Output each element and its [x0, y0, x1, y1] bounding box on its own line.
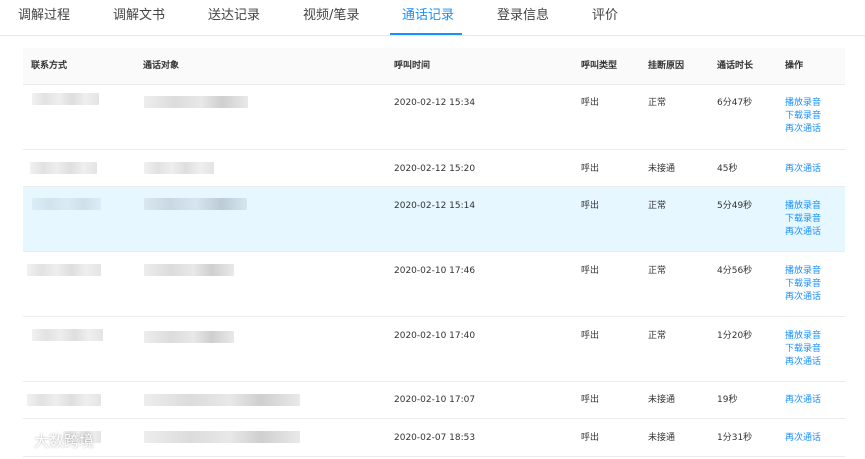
active-tab-indicator: [390, 33, 462, 35]
header-hangup-reason: 挂断原因: [648, 61, 685, 71]
tab-call-records[interactable]: 通话记录: [402, 0, 454, 36]
call-type: 呼出: [581, 331, 600, 341]
call-again-link[interactable]: 再次通话: [785, 432, 821, 445]
call-duration: 1分31秒: [717, 433, 753, 443]
table-row: 2020-02-10 17:40 呼出 正常 1分20秒 播放录音 下载录音 再…: [23, 317, 845, 382]
contact-redacted: [30, 162, 97, 174]
hangup-reason: 未接通: [648, 433, 676, 443]
call-records-table: 联系方式 通话对象 呼叫时间 呼叫类型 挂断原因 通话时长 操作 2020-02…: [23, 48, 845, 457]
hangup-reason: 正常: [648, 331, 667, 341]
call-again-link[interactable]: 再次通话: [785, 356, 821, 369]
table-row: 2020-02-10 17:46 呼出 正常 4分56秒 播放录音 下载录音 再…: [23, 252, 845, 317]
tab-bar: 调解过程 调解文书 送达记录 视频/笔录 通话记录 登录信息 评价: [0, 0, 865, 36]
table-row: 2020-02-12 15:14 呼出 正常 5分49秒 播放录音 下载录音 再…: [23, 187, 845, 252]
row-actions: 播放录音 下载录音 再次通话: [785, 97, 821, 136]
hangup-reason: 正常: [648, 201, 667, 211]
row-actions: 播放录音 下载录音 再次通话: [785, 330, 821, 369]
header-call-time: 呼叫时间: [394, 61, 431, 71]
target-redacted: [144, 431, 300, 443]
logo-icon: [9, 433, 29, 447]
header-call-target: 通话对象: [143, 61, 180, 71]
hangup-reason: 未接通: [648, 395, 676, 405]
call-type: 呼出: [581, 266, 600, 276]
watermark-text: 大数跨境: [34, 431, 95, 450]
table-row: 2020-02-12 15:20 呼出 未接通 45秒 再次通话: [23, 150, 845, 187]
call-again-link[interactable]: 再次通话: [785, 163, 821, 176]
contact-redacted: [32, 198, 101, 210]
download-recording-link[interactable]: 下载录音: [785, 110, 821, 123]
contact-redacted: [32, 329, 103, 341]
call-time: 2020-02-10 17:07: [394, 395, 476, 405]
target-redacted: [144, 264, 234, 276]
tab-evaluation[interactable]: 评价: [592, 0, 618, 36]
target-redacted: [144, 162, 214, 174]
table-row: 2020-02-10 17:07 呼出 未接通 19秒 再次通话: [23, 382, 845, 419]
row-actions: 再次通话: [785, 432, 821, 445]
call-duration: 5分49秒: [717, 201, 753, 211]
call-time: 2020-02-10 17:46: [394, 266, 476, 276]
header-duration: 通话时长: [717, 61, 754, 71]
watermark: 大数跨境: [8, 429, 94, 451]
call-type: 呼出: [581, 395, 600, 405]
row-actions: 再次通话: [785, 394, 821, 407]
contact-redacted: [27, 264, 101, 276]
hangup-reason: 正常: [648, 98, 667, 108]
table-header: 联系方式 通话对象 呼叫时间 呼叫类型 挂断原因 通话时长 操作: [23, 48, 845, 85]
call-time: 2020-02-12 15:34: [394, 98, 476, 108]
hangup-reason: 未接通: [648, 164, 676, 174]
play-recording-link[interactable]: 播放录音: [785, 330, 821, 343]
tab-login-info[interactable]: 登录信息: [497, 0, 549, 36]
row-actions: 播放录音 下载录音 再次通话: [785, 200, 821, 239]
contact-redacted: [27, 394, 101, 406]
tab-mediation-documents[interactable]: 调解文书: [113, 0, 165, 36]
row-actions: 再次通话: [785, 163, 821, 176]
call-duration: 45秒: [717, 164, 738, 174]
header-call-type: 呼叫类型: [581, 61, 618, 71]
tab-mediation-process[interactable]: 调解过程: [18, 0, 70, 36]
download-recording-link[interactable]: 下载录音: [785, 213, 821, 226]
play-recording-link[interactable]: 播放录音: [785, 97, 821, 110]
target-redacted: [144, 96, 248, 108]
call-time: 2020-02-12 15:14: [394, 201, 476, 211]
call-type: 呼出: [581, 201, 600, 211]
target-redacted: [144, 198, 247, 210]
table-row: 2020-02-12 15:34 呼出 正常 6分47秒 播放录音 下载录音 再…: [23, 85, 845, 150]
call-duration: 6分47秒: [717, 98, 753, 108]
call-type: 呼出: [581, 98, 600, 108]
call-time: 2020-02-07 18:53: [394, 433, 476, 443]
call-again-link[interactable]: 再次通话: [785, 123, 821, 136]
tab-video-transcript[interactable]: 视频/笔录: [303, 0, 359, 36]
header-actions: 操作: [785, 61, 804, 71]
call-time: 2020-02-12 15:20: [394, 164, 476, 174]
table-row: 2020-02-07 18:53 呼出 未接通 1分31秒 再次通话: [23, 419, 845, 457]
download-recording-link[interactable]: 下载录音: [785, 278, 821, 291]
header-contact: 联系方式: [31, 61, 68, 71]
play-recording-link[interactable]: 播放录音: [785, 200, 821, 213]
target-redacted: [144, 394, 300, 406]
call-duration: 19秒: [717, 395, 738, 405]
play-recording-link[interactable]: 播放录音: [785, 265, 821, 278]
call-duration: 1分20秒: [717, 331, 753, 341]
call-again-link[interactable]: 再次通话: [785, 226, 821, 239]
call-again-link[interactable]: 再次通话: [785, 291, 821, 304]
call-again-link[interactable]: 再次通话: [785, 394, 821, 407]
call-type: 呼出: [581, 164, 600, 174]
hangup-reason: 正常: [648, 266, 667, 276]
tab-delivery-records[interactable]: 送达记录: [208, 0, 260, 36]
target-redacted: [144, 331, 234, 343]
download-recording-link[interactable]: 下载录音: [785, 343, 821, 356]
call-duration: 4分56秒: [717, 266, 753, 276]
contact-redacted: [32, 93, 99, 105]
call-time: 2020-02-10 17:40: [394, 331, 476, 341]
row-actions: 播放录音 下载录音 再次通话: [785, 265, 821, 304]
call-type: 呼出: [581, 433, 600, 443]
